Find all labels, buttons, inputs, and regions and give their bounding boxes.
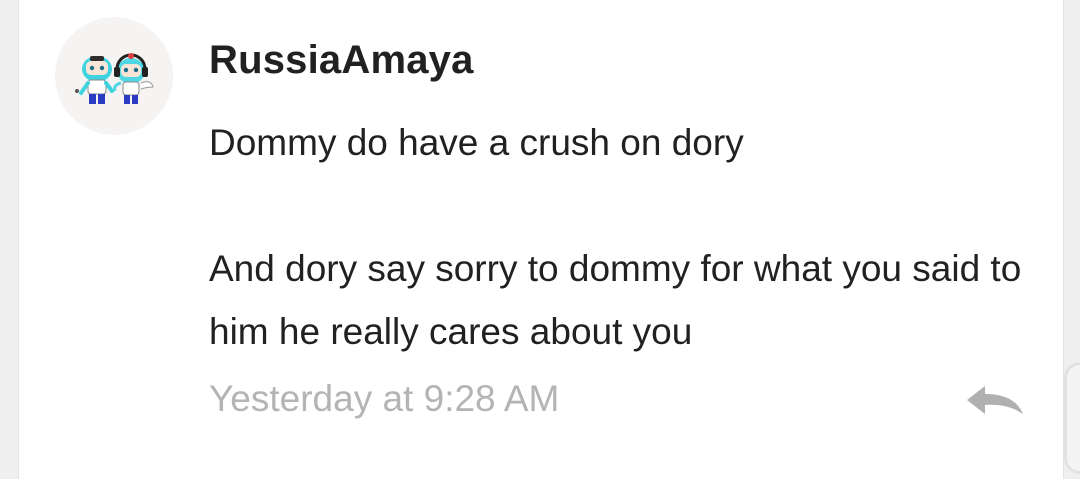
message-line: Dommy do have a crush on dory [209, 122, 744, 163]
comment-card: RussiaAmaya Dommy do have a crush on dor… [18, 0, 1064, 479]
user-avatar[interactable] [55, 17, 173, 135]
comment-username[interactable]: RussiaAmaya [209, 38, 474, 83]
scroll-handle[interactable] [1064, 362, 1080, 474]
comment-timestamp: Yesterday at 9:28 AM [209, 378, 560, 419]
message-line: And dory say sorry to dommy for what you… [209, 248, 1022, 352]
avatar-chibi-icon [75, 53, 154, 104]
comment-message: Dommy do have a crush on dory And dory s… [209, 111, 1039, 363]
reply-arrow-icon [967, 386, 1023, 414]
message-blank-line [209, 174, 1039, 237]
reply-button[interactable] [963, 380, 1027, 420]
